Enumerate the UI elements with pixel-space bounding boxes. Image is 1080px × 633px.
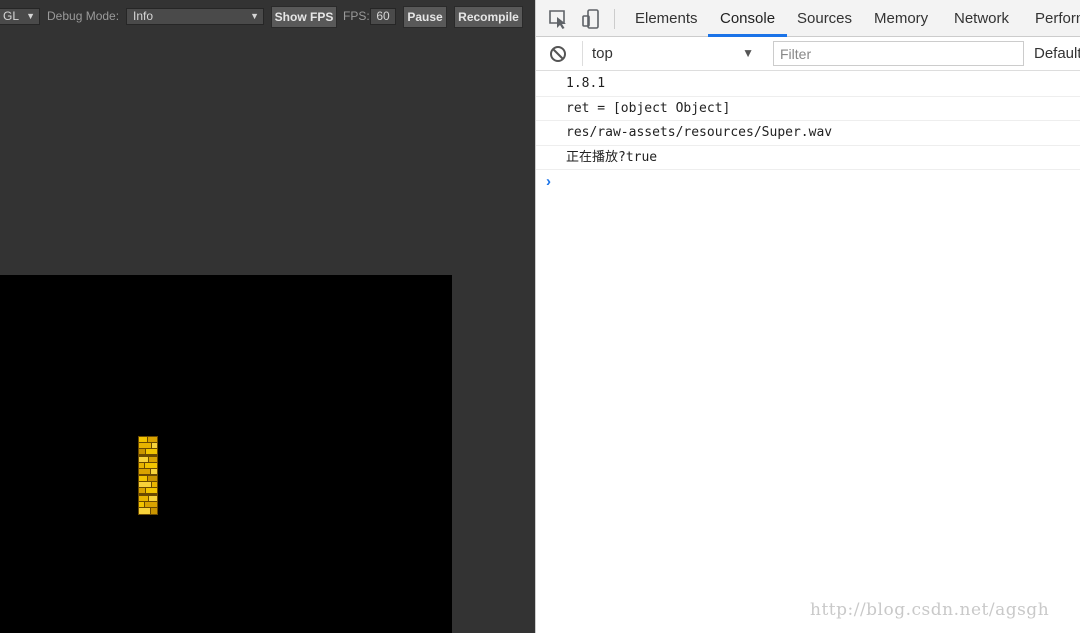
filter-input[interactable] [773, 41, 1024, 66]
watermark: http://blog.csdn.net/agsgh [810, 600, 1050, 620]
fps-input[interactable]: 60 [370, 8, 396, 25]
console-message: 正在播放?true [536, 146, 1080, 170]
renderer-select[interactable]: GL ▼ [0, 8, 40, 25]
pause-button[interactable]: Pause [403, 6, 447, 28]
context-select[interactable]: top ▼ [582, 41, 760, 66]
log-levels-select[interactable]: Default [1034, 41, 1080, 66]
chevron-down-icon: ▼ [250, 11, 259, 21]
context-value: top [592, 45, 613, 62]
tab-elements[interactable]: Elements [623, 0, 710, 37]
brick-pillar-sprite [138, 436, 158, 515]
console-message: 1.8.1 [536, 72, 1080, 97]
chevron-down-icon: ▼ [742, 46, 754, 60]
tab-network[interactable]: Network [942, 0, 1021, 37]
recompile-button[interactable]: Recompile [454, 6, 523, 28]
preview-toolbar: GL ▼ Debug Mode: Info ▼ Show FPS FPS: 60… [0, 0, 535, 34]
clear-console-icon[interactable] [549, 45, 567, 63]
tab-sources[interactable]: Sources [785, 0, 864, 37]
tab-console[interactable]: Console [708, 0, 788, 37]
game-preview-panel: GL ▼ Debug Mode: Info ▼ Show FPS FPS: 60… [0, 0, 535, 633]
chevron-down-icon: ▼ [26, 11, 35, 21]
fps-label: FPS: [343, 9, 370, 23]
console-message: ret = [object Object] [536, 97, 1080, 121]
chevron-right-icon[interactable]: › [546, 173, 551, 190]
console-message: res/raw-assets/resources/Super.wav [536, 121, 1080, 146]
devtools-tabbar: Elements Console Sources Memory Network … [536, 0, 1080, 37]
toolbar-divider [614, 9, 615, 29]
inspect-element-icon[interactable] [548, 9, 570, 29]
game-canvas[interactable] [0, 275, 452, 633]
console-toolbar: top ▼ Default [536, 37, 1080, 71]
debug-mode-select[interactable]: Info ▼ [126, 8, 264, 25]
console-log: 1.8.1 ret = [object Object] res/raw-asse… [536, 72, 1080, 170]
renderer-select-value: GL [3, 9, 20, 23]
debug-mode-label: Debug Mode: [47, 9, 120, 23]
tab-memory[interactable]: Memory [862, 0, 940, 37]
device-toolbar-icon[interactable] [581, 9, 603, 29]
tab-performance[interactable]: Perform [1023, 0, 1080, 37]
show-fps-button[interactable]: Show FPS [271, 6, 337, 28]
devtools-panel: Elements Console Sources Memory Network … [535, 0, 1080, 633]
debug-mode-value: Info [133, 9, 154, 23]
